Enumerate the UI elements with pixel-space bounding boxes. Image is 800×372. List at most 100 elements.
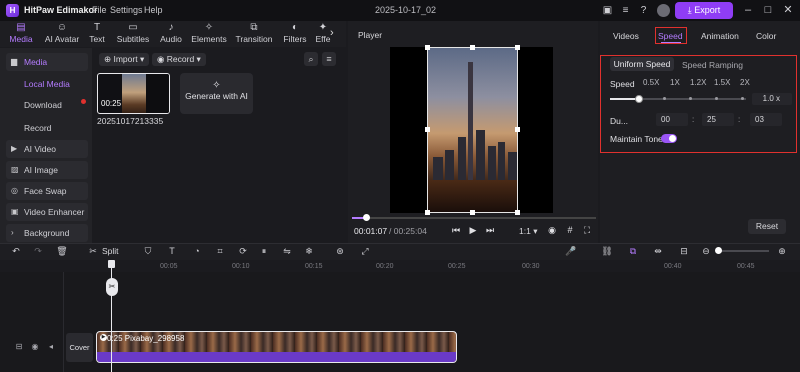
link-icon[interactable]: ⛓ — [601, 245, 613, 257]
help-icon[interactable]: ? — [637, 4, 650, 17]
resize-handle[interactable] — [515, 127, 520, 132]
prev-frame-icon[interactable]: ⏮ — [450, 224, 462, 236]
sidebar-item-download[interactable]: Download — [6, 96, 88, 114]
transform-icon[interactable]: ⤢ — [359, 245, 371, 257]
tab-uniform-speed[interactable]: Uniform Speed — [610, 57, 674, 71]
sidebar-item-video-enhancer[interactable]: ▣ Video Enhancer — [6, 203, 88, 221]
duration-minutes-input[interactable]: 25 — [702, 113, 734, 126]
maximize-icon[interactable]: □ — [761, 3, 775, 17]
tab-animation[interactable]: Animation — [701, 31, 739, 41]
ai-tools-icon[interactable]: ⊛ — [334, 245, 346, 257]
tab-ai-avatar[interactable]: ☺ AI Avatar — [40, 22, 84, 46]
export-label: Export — [694, 5, 721, 15]
resize-handle[interactable] — [425, 210, 430, 215]
resize-handle[interactable] — [515, 210, 520, 215]
tab-transition[interactable]: ⧉ Transition — [234, 22, 274, 46]
zoom-slider-handle[interactable] — [715, 247, 722, 254]
tab-text[interactable]: T Text — [82, 22, 112, 46]
playhead-handle[interactable] — [108, 260, 115, 268]
scissors-icon[interactable]: ✂ — [87, 245, 99, 257]
split-label[interactable]: Split — [102, 246, 119, 256]
zoom-in-icon[interactable]: ⊕ — [776, 245, 788, 257]
list-view-icon[interactable]: ≡ — [322, 52, 336, 66]
sidebar-item-ai-video[interactable]: ▶ AI Video — [6, 140, 88, 158]
shield-icon[interactable]: ⛉ — [142, 245, 154, 257]
sidebar-item-media[interactable]: ▆ Media — [6, 53, 88, 71]
play-icon[interactable]: ▶ — [467, 224, 479, 236]
speed-icon[interactable]: ◔ — [191, 245, 203, 257]
resize-handle[interactable] — [470, 45, 475, 50]
crop-icon[interactable]: ⌗ — [214, 245, 226, 257]
video-preview[interactable] — [427, 47, 518, 213]
speed-value-input[interactable]: 1.0 x — [752, 93, 792, 105]
list-icon[interactable]: ≡ — [619, 4, 632, 17]
sidebar-item-face-swap[interactable]: ◎ Face Swap — [6, 182, 88, 200]
volume-icon[interactable]: ◂ — [46, 342, 56, 352]
magnet-icon[interactable]: ⧉ — [627, 245, 639, 257]
chevron-right-icon[interactable]: › — [330, 27, 334, 39]
sidebar-item-record[interactable]: Record — [6, 119, 88, 137]
tab-color[interactable]: Color — [756, 31, 776, 41]
minimize-icon[interactable]: – — [741, 3, 755, 17]
tab-speed-ramping[interactable]: Speed Ramping — [682, 60, 743, 70]
ratio-label: 1:1 — [519, 226, 531, 236]
playback-progress-track[interactable] — [352, 217, 596, 219]
mirror-icon[interactable]: ⇋ — [281, 245, 293, 257]
microphone-icon[interactable]: 🎤 — [565, 245, 577, 257]
resize-handle[interactable] — [515, 45, 520, 50]
resize-handle[interactable] — [425, 45, 430, 50]
grid-icon[interactable]: # — [564, 224, 576, 236]
fullscreen-icon[interactable]: ⛶ — [581, 224, 593, 236]
rotate-icon[interactable]: ⟳ — [237, 245, 249, 257]
active-tab-underline — [661, 42, 681, 43]
clip-name: 20251017213335 — [97, 116, 164, 126]
snap-icon[interactable]: ⇹ — [652, 245, 664, 257]
split-view-icon[interactable]: ⊟ — [678, 245, 690, 257]
duration-hours-input[interactable]: 00 — [656, 113, 688, 126]
ruler-label: 00:25 — [448, 263, 466, 270]
record-dropdown[interactable]: ◉ Record ▾ — [152, 53, 206, 66]
undo-icon[interactable]: ↶ — [10, 245, 22, 257]
duration-seconds-input[interactable]: 03 — [750, 113, 782, 126]
generate-ai-button[interactable]: ✧ Generate with AI — [180, 73, 253, 114]
tab-audio[interactable]: ♪ Audio — [155, 22, 187, 46]
resize-handle[interactable] — [470, 210, 475, 215]
menu-help[interactable]: Help — [144, 5, 163, 15]
text-tool-icon[interactable]: T — [166, 245, 178, 257]
tab-media[interactable]: ▤ Media — [1, 22, 41, 46]
snowflake-icon[interactable]: ❄ — [303, 245, 315, 257]
sidebar-item-ai-image[interactable]: ▨ AI Image — [6, 161, 88, 179]
split-marker-icon[interactable]: ✂ — [106, 278, 118, 296]
tab-filters[interactable]: ◐ Filters — [280, 22, 310, 46]
menu-file[interactable]: File — [92, 5, 107, 15]
close-icon[interactable]: ✕ — [781, 3, 795, 17]
import-dropdown[interactable]: ⊕ Import ▾ — [99, 53, 150, 66]
screen-icon[interactable]: ▣ — [601, 4, 614, 17]
menu-settings[interactable]: Settings — [110, 5, 143, 15]
playback-progress-handle[interactable] — [363, 214, 370, 221]
zoom-slider-track[interactable] — [717, 250, 769, 252]
maintain-tone-toggle[interactable] — [661, 134, 677, 143]
tab-videos[interactable]: Videos — [613, 31, 639, 41]
tab-elements[interactable]: ✧ Elements — [190, 22, 228, 46]
eye-icon[interactable]: ◉ — [30, 342, 40, 352]
search-icon[interactable]: ⌕ — [304, 52, 318, 66]
cover-button[interactable]: Cover — [66, 333, 93, 362]
next-frame-icon[interactable]: ⏭ — [484, 224, 496, 236]
delete-icon[interactable]: 🗑 — [56, 245, 68, 257]
freeze-icon[interactable]: ⏸ — [258, 245, 270, 257]
snapshot-icon[interactable]: ◉ — [546, 224, 558, 236]
sidebar-item-background[interactable]: › Background — [6, 224, 88, 242]
avatar[interactable] — [657, 4, 670, 17]
aspect-ratio-select[interactable]: 1:1 ▾ — [519, 226, 537, 237]
tab-subtitles[interactable]: ▭ Subtitles — [113, 22, 153, 46]
track-lock-icon[interactable]: ⊟ — [14, 342, 24, 352]
resize-handle[interactable] — [425, 127, 430, 132]
zoom-out-icon[interactable]: ⊖ — [700, 245, 712, 257]
reset-button[interactable]: Reset — [748, 219, 786, 234]
sidebar-item-local-media[interactable]: Local Media — [6, 75, 88, 93]
speed-slider-handle[interactable] — [635, 95, 643, 103]
export-button[interactable]: ⤓ Export — [675, 2, 733, 19]
redo-icon[interactable]: ↷ — [32, 245, 44, 257]
tab-speed[interactable]: Speed — [658, 31, 683, 41]
